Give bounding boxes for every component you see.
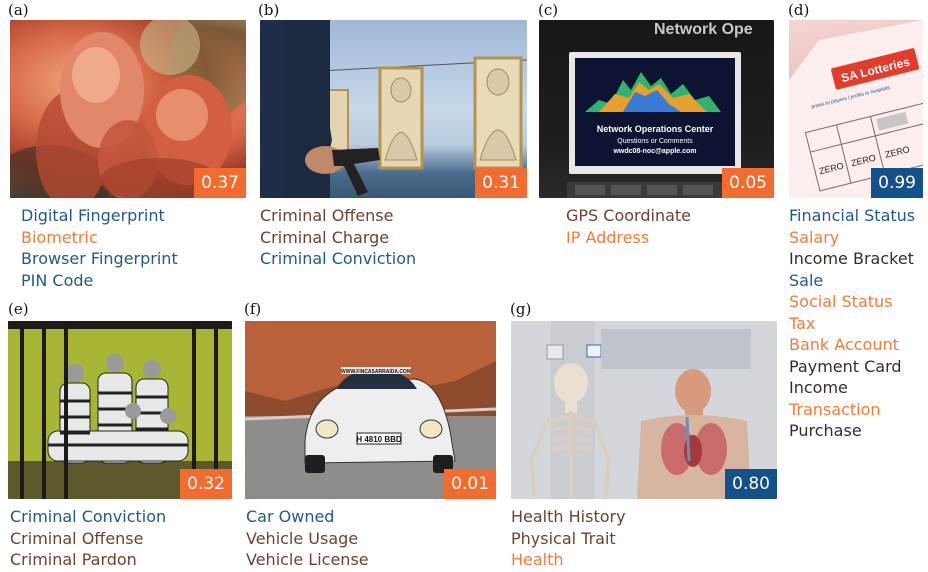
label-item: Biometric (21, 227, 98, 247)
panel-letter: (e) (8, 300, 29, 318)
label-list: Criminal Offense Criminal Charge Crimina… (260, 205, 416, 270)
score-badge: 0.05 (722, 168, 774, 198)
score-badge: 0.80 (725, 469, 777, 499)
panel-g: (g) 0.80 Health History Physical Trait H… (510, 301, 778, 572)
panel-letter: (f) (244, 300, 262, 318)
label-item: Criminal Conviction (260, 249, 417, 268)
label-item: Criminal Offense (10, 528, 144, 548)
panel-letter: (d) (788, 1, 810, 19)
sign-text: Network Ope (654, 21, 753, 38)
panel-a: (a) 0.37 Digital Fingerprint Biometric B… (8, 1, 246, 290)
banner-text: WWW.FINCASARRAIDA.COM (341, 369, 411, 375)
panel-letter: (a) (8, 1, 29, 19)
car-photo: WWW.FINCASARRAIDA.COM H 4810 BBD 0.01 (245, 321, 496, 499)
anatomy-photo: 0.80 (511, 321, 777, 499)
panel-c: (c) Network Ope Network Operations Cente… (538, 2, 774, 270)
label-item: Bank Account (789, 335, 899, 354)
label-item: Sale (789, 270, 824, 290)
label-item: Tax (789, 313, 816, 333)
label-item: Criminal Conviction (10, 507, 167, 526)
label-list: Health History Physical Trait Health (511, 506, 626, 571)
label-list: Financial Status Salary Income Bracket S… (789, 205, 915, 442)
panel-e: (e) 0.32 Criminal Conviction Criminal Of… (8, 301, 234, 572)
label-item: Income Bracket (789, 249, 914, 268)
label-item: Salary (789, 227, 840, 247)
network-center-photo: Network Ope Network Operations Center Qu… (539, 20, 774, 198)
label-item: Health (511, 550, 564, 569)
label-item: Criminal Charge (260, 227, 390, 247)
screen-subtitle: Questions or Comments (617, 138, 693, 145)
fingers-photo: 0.37 (10, 20, 246, 198)
label-item: Social Status (789, 292, 893, 311)
label-list: GPS Coordinate IP Address (566, 205, 691, 248)
screen-title: Network Operations Center (597, 124, 714, 134)
panel-letter: (g) (510, 300, 532, 318)
label-item: PIN Code (21, 270, 94, 290)
label-list: Digital Fingerprint Biometric Browser Fi… (21, 205, 178, 291)
panel-letter: (b) (258, 1, 280, 19)
label-item: Financial Status (789, 206, 916, 225)
label-item: Health History (511, 507, 626, 526)
label-item: Car Owned (246, 507, 335, 526)
label-item: Browser Fingerprint (21, 249, 178, 268)
shooting-range-photo: 0.31 (260, 20, 527, 198)
label-item: Purchase (789, 421, 862, 440)
score-badge: 0.32 (180, 469, 232, 499)
plate-text: H 4810 BBD (356, 435, 402, 444)
score-badge: 0.99 (871, 168, 923, 198)
label-item: Payment Card (789, 356, 902, 376)
label-item: GPS Coordinate (566, 206, 691, 225)
label-item: Transaction (789, 399, 881, 419)
score-badge: 0.31 (475, 168, 527, 198)
label-item: Vehicle Usage (246, 528, 359, 548)
label-item: Criminal Offense (260, 206, 394, 225)
screen-email: wwdc08-noc@apple.com (612, 148, 696, 155)
panel-d: (d) SA Lotteries prizes to players | pro… (788, 2, 928, 462)
label-list: Criminal Conviction Criminal Offense Cri… (10, 506, 166, 571)
score-badge: 0.01 (444, 469, 496, 499)
panel-f: (f) WWW.FINCASARRAIDA.COM H 4810 BBD 0.0… (244, 301, 498, 572)
label-item: IP Address (566, 227, 650, 247)
label-item: Physical Trait (511, 528, 616, 548)
panel-letter: (c) (538, 1, 559, 19)
label-item: Digital Fingerprint (21, 206, 165, 225)
lottery-ticket-photo: SA Lotteries prizes to players | profits… (789, 20, 923, 198)
label-item: Vehicle License (246, 550, 369, 569)
score-badge: 0.37 (194, 168, 246, 198)
jail-cell-photo: 0.32 (8, 321, 232, 499)
label-item: Criminal Pardon (10, 550, 137, 569)
panel-b: (b) 0.31 Criminal Offense Criminal Charg… (258, 2, 528, 270)
label-item: Income (789, 378, 848, 397)
label-list: Car Owned Vehicle Usage Vehicle License (246, 506, 369, 571)
